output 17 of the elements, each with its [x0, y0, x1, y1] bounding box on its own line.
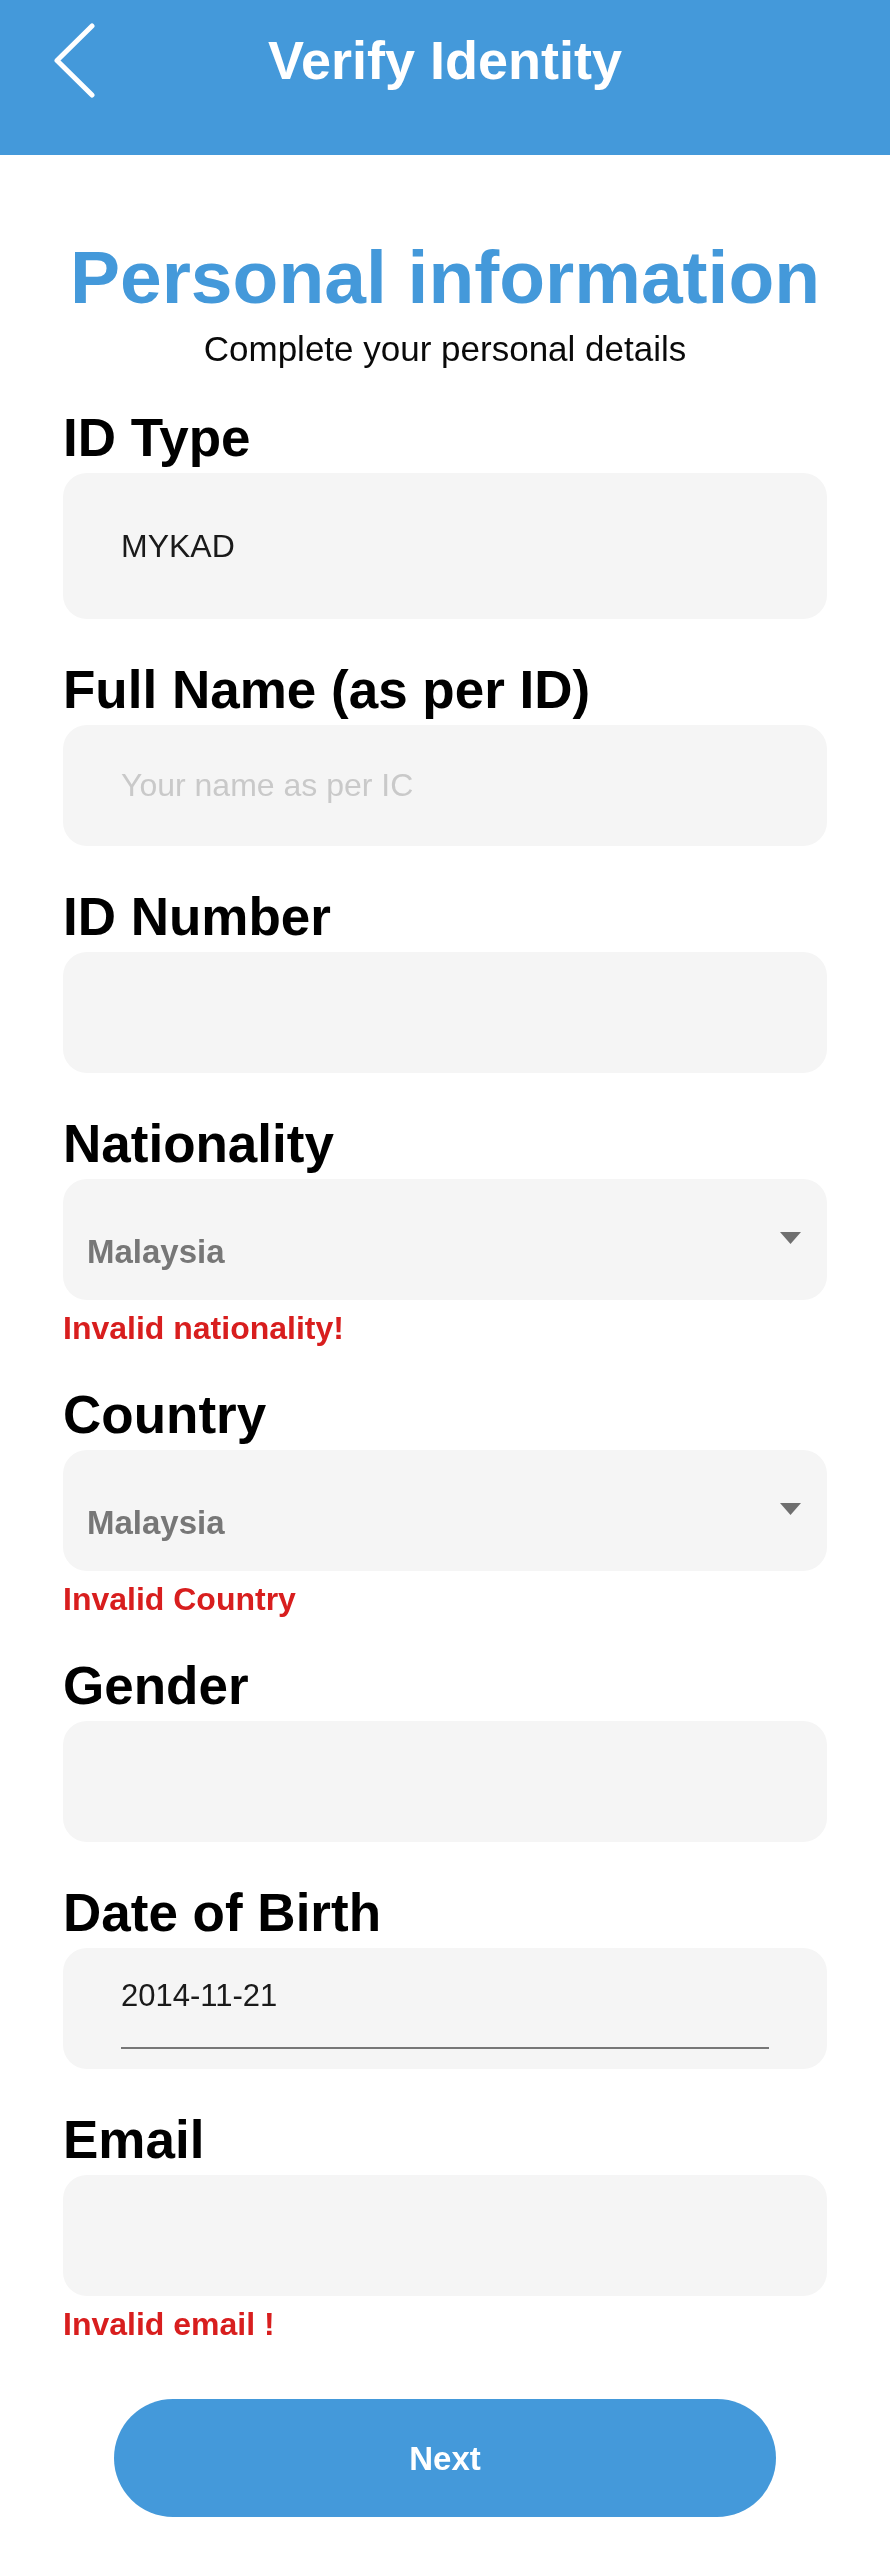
field-label: Date of Birth: [63, 1886, 382, 1939]
field-label: Email: [63, 2113, 206, 2166]
section-title: Personal information: [69, 240, 821, 315]
caret-icon: [780, 1232, 801, 1244]
caret-icon: [780, 1503, 801, 1515]
error-message: Invalid Country: [63, 1583, 297, 1615]
error-message: Invalid nationality!: [63, 1312, 345, 1344]
error-message: Invalid email !: [63, 2308, 276, 2340]
input-field[interactable]: MYKAD: [63, 473, 827, 619]
dropdown-field[interactable]: Malaysia: [63, 1179, 827, 1300]
field-label: Gender: [63, 1659, 250, 1712]
date-field[interactable]: 2014-11-21: [63, 1948, 827, 2069]
section-subtitle: Complete your personal details: [203, 328, 687, 370]
back-icon[interactable]: [53, 22, 95, 98]
dropdown-field[interactable]: Malaysia: [63, 1450, 827, 1571]
next-button[interactable]: Next: [114, 2399, 776, 2517]
field-label: ID Number: [63, 890, 332, 943]
